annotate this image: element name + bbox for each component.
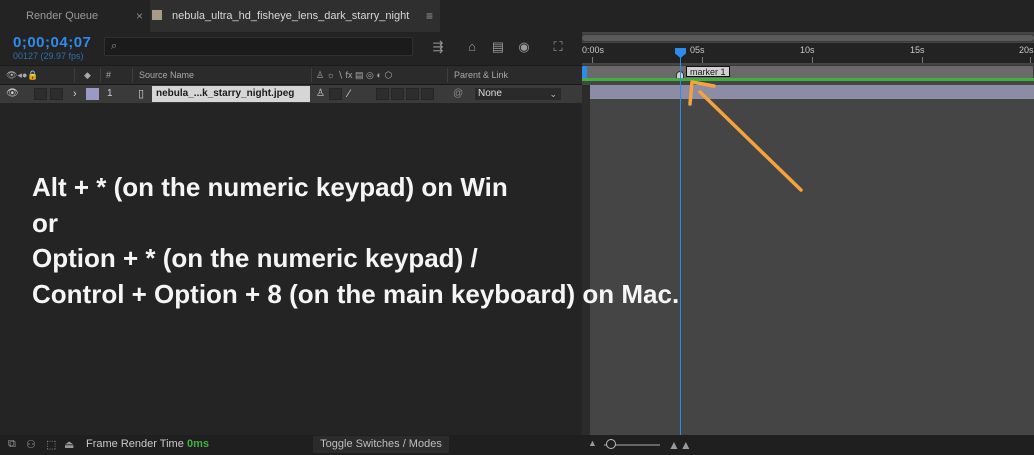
toggle-switches-modes-button[interactable]: Toggle Switches / Modes [313, 436, 449, 453]
zoom-out-icon[interactable]: ▲ [588, 438, 597, 448]
annotation-line: Alt + * (on the numeric keypad) on Win [32, 172, 508, 202]
annotation-line: or [32, 207, 58, 238]
render-icon[interactable]: ⧉ [8, 438, 16, 451]
shortcut-annotation: Alt + * (on the numeric keypad) on Win o… [32, 170, 679, 312]
zoom-slider-knob[interactable] [606, 439, 616, 449]
frame-render-time-value: 0ms [187, 438, 210, 450]
annotation-line: Option + * (on the numeric keypad) / [32, 243, 478, 273]
zoom-in-icon[interactable]: ▲▲ [668, 438, 692, 452]
frame-render-time-label: Frame Render Time [86, 438, 184, 450]
mask-icon[interactable]: ⚇ [26, 438, 36, 451]
annotation-line: Control + Option + 8 (on the main keyboa… [32, 278, 680, 309]
status-bar: ⧉ ⚇ ⬚ ⏏ Frame Render Time 0ms Toggle Swi… [0, 435, 1034, 455]
audio-icon[interactable]: ⏏ [64, 438, 74, 451]
expand-icon[interactable]: ⬚ [46, 438, 56, 451]
